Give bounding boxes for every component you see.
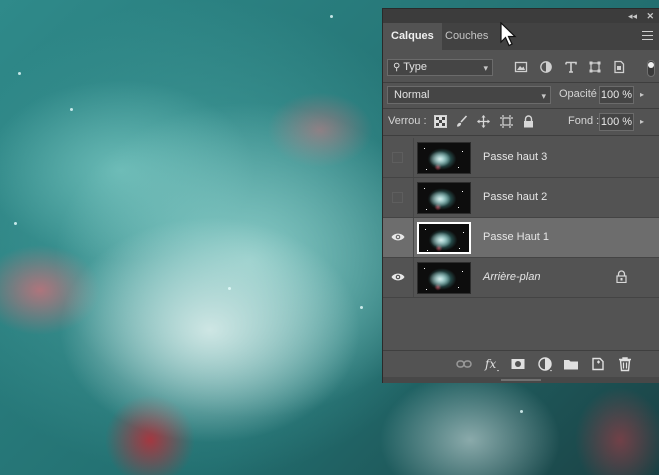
lock-position-icon[interactable]: [477, 115, 490, 128]
double-chevron-left-icon[interactable]: ◂◂: [628, 9, 637, 23]
visibility-toggle[interactable]: [383, 258, 414, 297]
blend-mode-select[interactable]: Normal ▾: [387, 86, 551, 104]
new-layer-icon[interactable]: [590, 356, 606, 372]
adjustment-layer-icon[interactable]: [537, 356, 553, 372]
hidden-eye-box-icon: [392, 152, 403, 163]
panel-titlebar[interactable]: ◂◂ ✕: [383, 9, 659, 23]
divider: [383, 82, 659, 83]
layer-row[interactable]: Arrière-plan: [383, 258, 659, 298]
layer-row-selected[interactable]: Passe Haut 1: [383, 218, 659, 258]
hidden-eye-box-icon: [392, 192, 403, 203]
opacity-input[interactable]: 100 %: [599, 86, 634, 104]
new-group-icon[interactable]: [563, 356, 579, 372]
layer-mask-icon[interactable]: [510, 356, 526, 372]
mouse-cursor-icon: [500, 22, 517, 47]
layer-thumbnail: [417, 142, 471, 174]
filter-kind-label: Type: [403, 61, 428, 73]
layer-name: Passe haut 3: [483, 151, 548, 163]
smart-object-filter-icon[interactable]: [612, 60, 626, 74]
layer-row[interactable]: Passe haut 3: [383, 138, 659, 178]
lock-all-icon[interactable]: [522, 115, 535, 128]
opacity-label: Opacité :: [559, 88, 604, 100]
panel-bottom-toolbar: fx: [383, 350, 659, 377]
chevron-right-icon[interactable]: ▸: [640, 90, 644, 99]
search-icon: ⚲: [393, 62, 401, 73]
layer-thumbnail: [417, 262, 471, 294]
blend-row: Normal ▾ Opacité : 100 % ▸: [383, 85, 659, 105]
layer-name: Arrière-plan: [483, 271, 541, 283]
star: [360, 306, 363, 309]
fx-icon[interactable]: fx: [484, 356, 500, 372]
layer-row[interactable]: Passe haut 2: [383, 178, 659, 218]
star: [18, 72, 21, 75]
link-layers-icon[interactable]: [456, 356, 472, 372]
adjustment-filter-icon[interactable]: [539, 60, 553, 74]
tab-couches[interactable]: Couches: [437, 23, 496, 50]
lock-row: Verrou : Fond : 100 % ▸: [383, 112, 659, 132]
eye-icon: [391, 233, 405, 241]
lock-icon[interactable]: [616, 270, 627, 283]
star: [520, 410, 523, 413]
text-filter-icon[interactable]: [564, 60, 578, 74]
visibility-toggle[interactable]: [383, 218, 414, 257]
star: [228, 287, 231, 290]
lock-artboard-icon[interactable]: [500, 115, 513, 128]
panel-tabs: Calques Couches: [383, 23, 659, 50]
image-filter-icon[interactable]: [514, 60, 528, 74]
svg-text:fx: fx: [484, 357, 496, 371]
star: [330, 15, 333, 18]
fill-input[interactable]: 100 %: [599, 113, 634, 131]
tab-calques[interactable]: Calques: [383, 23, 442, 50]
eye-icon: [391, 273, 405, 281]
visibility-toggle[interactable]: [383, 178, 414, 217]
layer-filter-row: ⚲ Type ▾: [383, 57, 659, 79]
hamburger-menu-icon[interactable]: [642, 31, 653, 40]
lock-label: Verrou :: [388, 115, 427, 127]
layer-name: Passe Haut 1: [483, 231, 550, 243]
filter-kind-select[interactable]: ⚲ Type ▾: [387, 59, 493, 76]
lock-transparency-icon[interactable]: [434, 115, 447, 128]
fill-label: Fond :: [568, 115, 600, 127]
layer-name: Passe haut 2: [483, 191, 548, 203]
layers-panel: ◂◂ ✕ Calques Couches ⚲ Type ▾ Normal ▾ O…: [382, 8, 659, 383]
chevron-down-icon: ▾: [483, 63, 488, 73]
close-icon[interactable]: ✕: [646, 9, 654, 23]
layer-thumbnail: [417, 182, 471, 214]
filter-toggle-switch[interactable]: [647, 60, 655, 77]
lock-paint-icon[interactable]: [455, 115, 468, 128]
divider: [383, 108, 659, 109]
blend-mode-value: Normal: [394, 89, 430, 101]
divider: [383, 135, 659, 136]
panel-resize-handle[interactable]: [383, 377, 659, 383]
chevron-right-icon[interactable]: ▸: [640, 117, 644, 126]
shape-filter-icon[interactable]: [588, 60, 602, 74]
star: [70, 108, 73, 111]
visibility-toggle[interactable]: [383, 138, 414, 177]
trash-icon[interactable]: [617, 356, 633, 372]
layer-thumbnail: [417, 222, 471, 254]
chevron-down-icon: ▾: [541, 91, 546, 101]
star: [14, 222, 17, 225]
